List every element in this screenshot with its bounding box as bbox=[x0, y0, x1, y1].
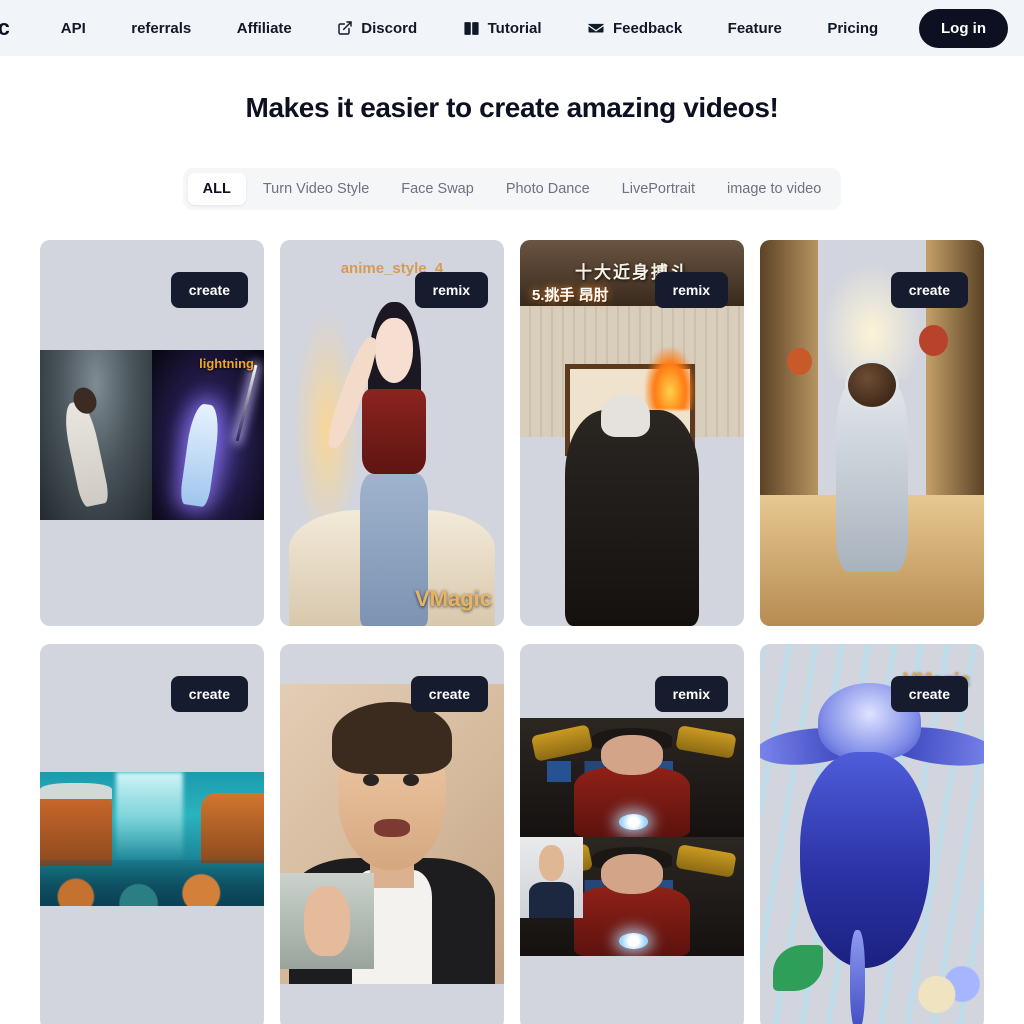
envelope-icon bbox=[587, 19, 605, 37]
site-logo[interactable]: ic bbox=[0, 15, 26, 41]
nav-link-affiliate-label: Affiliate bbox=[236, 19, 292, 37]
card-media-underwater-city bbox=[40, 772, 264, 906]
gallery-card-portrait-faceswap[interactable]: create bbox=[280, 644, 504, 1024]
flower-tail bbox=[849, 929, 866, 1024]
underwater-house-left bbox=[40, 788, 112, 866]
robot-arm-right bbox=[675, 844, 737, 878]
robot-arm-left bbox=[531, 724, 594, 762]
card-action-create[interactable]: create bbox=[170, 676, 248, 712]
source-face-inset bbox=[280, 873, 375, 969]
astronaut-helmet bbox=[845, 359, 899, 410]
portrait-eye-right bbox=[403, 774, 419, 786]
gallery-card-dance-lightning[interactable]: lightning create bbox=[40, 240, 264, 626]
tab-image-to-video[interactable]: image to video bbox=[712, 173, 836, 205]
card-action-remix[interactable]: remix bbox=[654, 676, 728, 712]
nav-link-referrals[interactable]: referrals bbox=[131, 20, 191, 37]
card-action-create[interactable]: create bbox=[410, 676, 488, 712]
portrait-mouth bbox=[374, 819, 410, 837]
kungfu-hair bbox=[600, 394, 650, 437]
card-action-create[interactable]: create bbox=[890, 676, 968, 712]
street-sign-left bbox=[786, 348, 812, 376]
arc-reactor-icon bbox=[618, 933, 648, 949]
nav-link-discord-label: Discord bbox=[361, 19, 418, 37]
nav-link-referrals-label: referrals bbox=[131, 19, 192, 37]
flower-body bbox=[800, 752, 931, 969]
anime-figure bbox=[322, 301, 441, 626]
tab-photo-dance[interactable]: Photo Dance bbox=[491, 173, 605, 205]
tab-all[interactable]: ALL bbox=[187, 173, 246, 205]
filter-tabs: ALL Turn Video Style Face Swap Photo Dan… bbox=[182, 168, 842, 210]
nav-link-feedback-label: Feedback bbox=[612, 19, 683, 37]
external-link-icon bbox=[337, 20, 353, 36]
anime-jeans bbox=[360, 473, 429, 626]
gallery-card-underwater-city[interactable]: create bbox=[40, 644, 264, 1024]
street-sign-right bbox=[919, 324, 949, 356]
tab-liveportrait[interactable]: LivePortrait bbox=[607, 173, 710, 205]
gallery-card-astronaut[interactable]: create bbox=[760, 240, 984, 626]
nav-link-tutorial[interactable]: Tutorial bbox=[463, 20, 542, 37]
source-face bbox=[538, 845, 564, 881]
ironman-face-swapped bbox=[600, 853, 664, 895]
gallery-grid: lightning create anime_style_4 VMagic re… bbox=[0, 240, 1024, 1024]
nav-link-pricing-label: Pricing bbox=[827, 19, 879, 37]
nav-link-api[interactable]: API bbox=[61, 20, 86, 37]
nav-link-api-label: API bbox=[60, 19, 86, 37]
nav-link-pricing[interactable]: Pricing bbox=[827, 20, 878, 37]
ironman-frame-original bbox=[520, 718, 744, 837]
page-title: Makes it easier to create amazing videos… bbox=[245, 92, 779, 123]
nav-link-feature[interactable]: Feature bbox=[728, 20, 782, 37]
card-action-create[interactable]: create bbox=[170, 272, 248, 308]
nav-link-tutorial-label: Tutorial bbox=[487, 19, 542, 37]
gallery-card-kungfu[interactable]: 十大近身搏斗 5.挑手 昂肘 remix bbox=[520, 240, 744, 626]
fire-effect bbox=[645, 348, 695, 410]
anime-crop-top bbox=[362, 389, 427, 474]
nav-links: API referrals Affiliate Discord Tutorial… bbox=[26, 19, 913, 37]
nav-link-affiliate[interactable]: Affiliate bbox=[237, 20, 292, 37]
nav-link-discord[interactable]: Discord bbox=[337, 20, 417, 37]
portrait-eye-left bbox=[362, 774, 379, 786]
source-face-inset bbox=[520, 837, 583, 918]
filter-tabs-wrap: ALL Turn Video Style Face Swap Photo Dan… bbox=[0, 168, 1024, 210]
kungfu-figure bbox=[564, 409, 700, 626]
card-action-remix[interactable]: remix bbox=[414, 272, 488, 308]
arc-reactor-icon bbox=[618, 814, 648, 830]
gallery-card-anime-style-4[interactable]: anime_style_4 VMagic remix bbox=[280, 240, 504, 626]
card-media-portrait bbox=[280, 684, 504, 984]
tab-turn-video-style[interactable]: Turn Video Style bbox=[248, 173, 384, 205]
coral-reef bbox=[40, 860, 264, 906]
source-body bbox=[528, 882, 574, 918]
card-action-create[interactable]: create bbox=[890, 272, 968, 308]
portrait-scene bbox=[280, 684, 504, 984]
login-button[interactable]: Log in bbox=[919, 8, 1008, 48]
robot-arm-right bbox=[675, 725, 737, 759]
ironman-face bbox=[600, 734, 664, 776]
book-icon bbox=[463, 20, 480, 37]
card-media-ironman bbox=[520, 718, 744, 956]
gallery-card-blue-flower[interactable]: VMagic create bbox=[760, 644, 984, 1024]
nav-link-feedback[interactable]: Feedback bbox=[587, 19, 682, 37]
anime-face bbox=[375, 317, 414, 383]
underwater-scene bbox=[40, 772, 264, 906]
gallery-card-ironman-faceswap[interactable]: remix bbox=[520, 644, 744, 1024]
coral-cluster bbox=[907, 952, 980, 1023]
portrait-hair bbox=[331, 702, 453, 774]
card-action-remix[interactable]: remix bbox=[654, 272, 728, 308]
top-navbar: ic API referrals Affiliate Discord bbox=[0, 0, 1024, 56]
source-face bbox=[304, 886, 350, 956]
underwater-house-right bbox=[201, 793, 264, 864]
tab-face-swap[interactable]: Face Swap bbox=[386, 173, 489, 205]
lightning-bolt-icon bbox=[235, 364, 258, 441]
dance-lightning-frame bbox=[152, 350, 264, 520]
underwater-roof-left bbox=[40, 782, 112, 799]
card-media-dance-lightning bbox=[40, 350, 264, 520]
nav-link-feature-label: Feature bbox=[727, 19, 782, 37]
dance-source-frame bbox=[40, 350, 152, 520]
